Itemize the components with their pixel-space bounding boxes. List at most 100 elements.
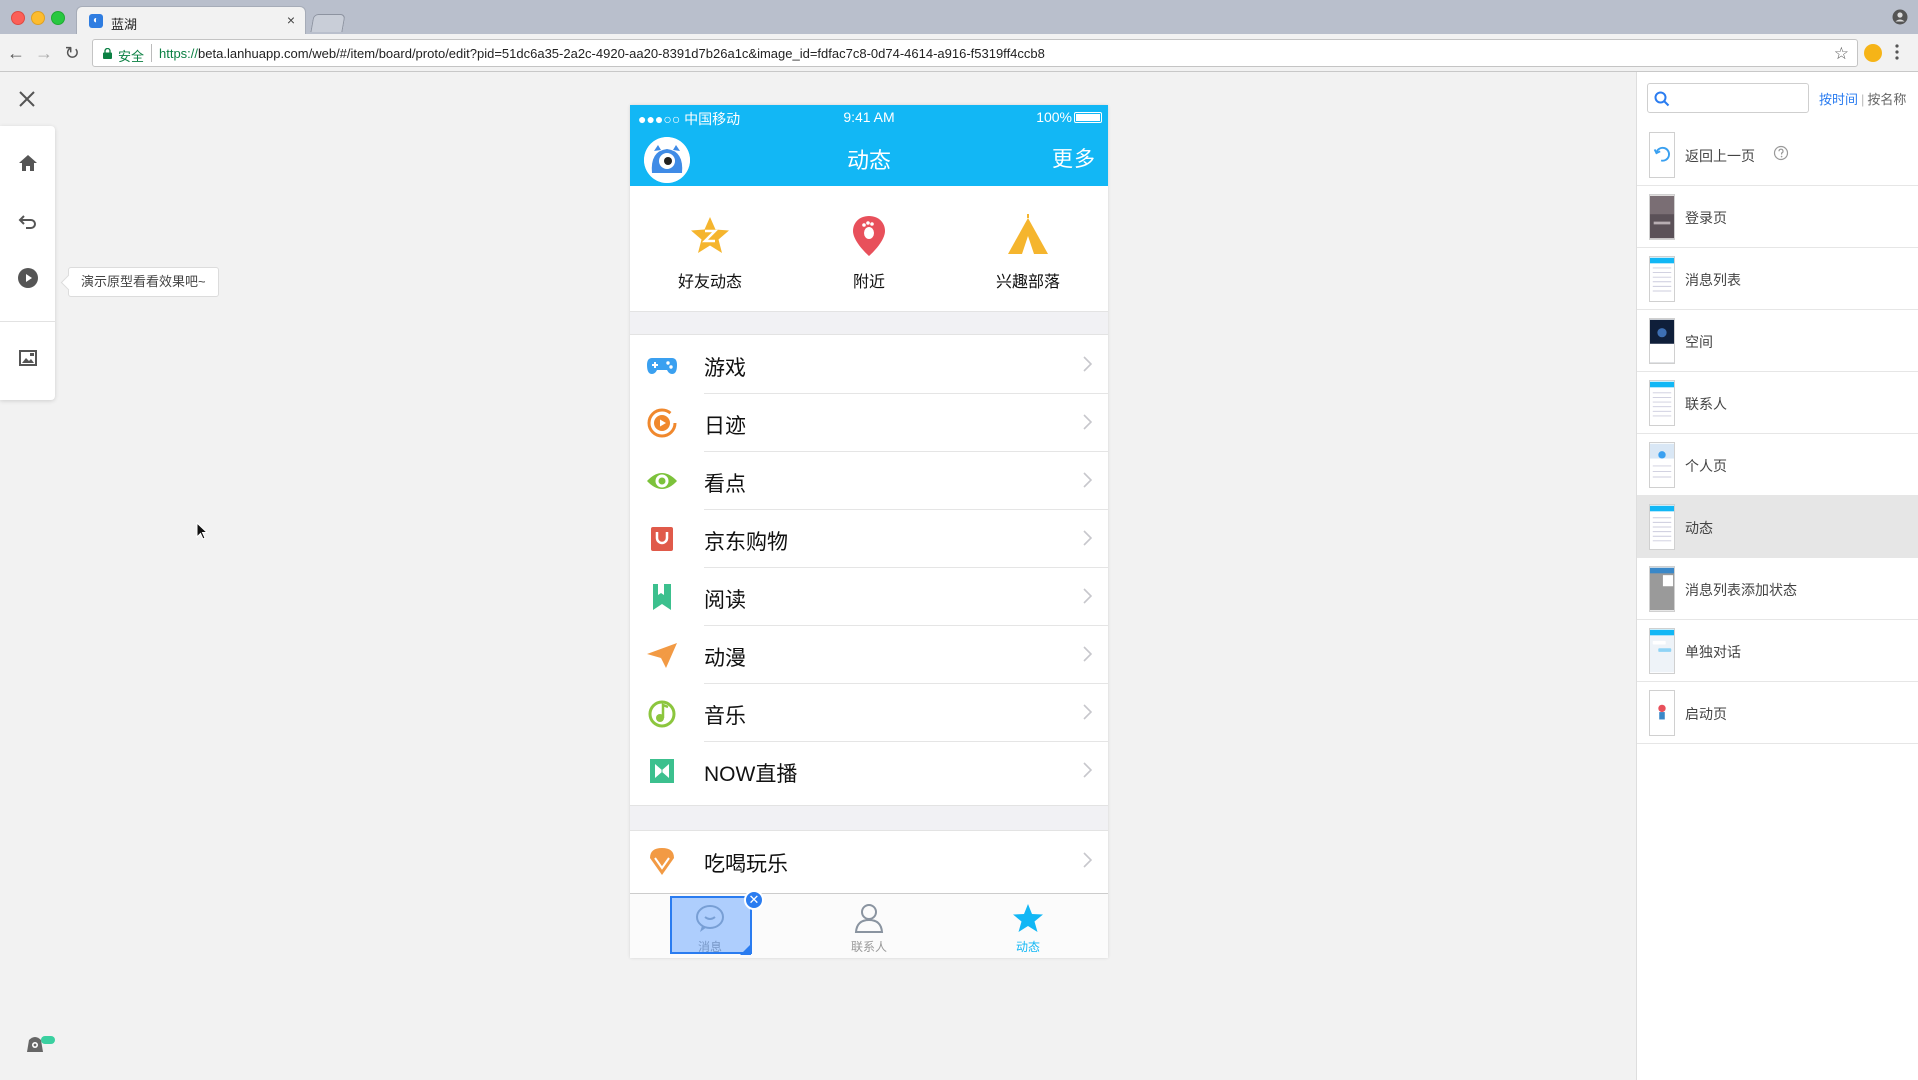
tab-bar: 消息 ✕ 联系人 动态 (630, 890, 1108, 958)
forward-button[interactable]: → (34, 43, 54, 63)
page-item-message-list-status[interactable]: 消息列表添加状态 (1637, 558, 1918, 620)
menu-row-music[interactable]: 音乐 (630, 684, 1108, 742)
page-item-profile[interactable]: 个人页 (1637, 434, 1918, 496)
close-icon[interactable] (18, 90, 36, 108)
book-icon (653, 584, 671, 610)
menu-row-now-live[interactable]: NOW直播 (630, 742, 1108, 800)
tab-close-button[interactable]: × (287, 12, 295, 28)
quick-interest-tribe[interactable]: 兴趣部落 (948, 186, 1108, 311)
back-button[interactable]: ← (6, 43, 26, 63)
menu-row-kandian[interactable]: 看点 (630, 452, 1108, 510)
left-toolbar (0, 126, 55, 400)
menu-row-jd-shopping[interactable]: 京东购物 (630, 510, 1108, 568)
row-label: 阅读 (704, 589, 746, 612)
page-item-login[interactable]: 登录页 (1637, 186, 1918, 248)
chevron-right-icon (1083, 646, 1092, 662)
menu-dots-icon[interactable] (1894, 42, 1900, 62)
play-icon[interactable] (16, 266, 40, 290)
window-zoom-button[interactable] (51, 11, 65, 25)
profile-icon[interactable] (1892, 9, 1908, 25)
page-label: 登录页 (1685, 210, 1727, 226)
bookmark-star-icon[interactable]: ☆ (1834, 44, 1849, 64)
page-item-back[interactable]: 返回上一页 (1637, 124, 1918, 186)
thumb-splash (1649, 690, 1675, 736)
star-z-icon (691, 217, 729, 253)
tab-label: 联系人 (850, 940, 887, 954)
eye-icon (647, 473, 677, 489)
sort-by-time[interactable]: 按时间 (1819, 92, 1858, 107)
image-icon[interactable] (16, 346, 40, 370)
page-label: 空间 (1685, 334, 1713, 350)
thumb-feed (1649, 504, 1675, 550)
menu-row-reading[interactable]: 阅读 (630, 568, 1108, 626)
thumb-contacts (1649, 380, 1675, 426)
quick-label: 附近 (852, 274, 885, 291)
url-path: beta.lanhuapp.com/web/#/item/board/proto… (198, 46, 1045, 61)
new-tab-button[interactable] (310, 14, 346, 32)
extension-icon[interactable] (1864, 44, 1882, 62)
thumb-list (1649, 256, 1675, 302)
window-close-button[interactable] (11, 11, 25, 25)
page-item-feed[interactable]: 动态 (1637, 496, 1918, 558)
chevron-right-icon (1083, 762, 1092, 778)
page-item-message-list[interactable]: 消息列表 (1637, 248, 1918, 310)
video-circle-icon (647, 408, 677, 438)
more-button[interactable]: 更多 (1052, 143, 1096, 173)
menu-row-game[interactable]: 游戏 (630, 336, 1108, 394)
menu-row-daily[interactable]: 日迹 (630, 394, 1108, 452)
quick-friends-feed[interactable]: 好友动态 (630, 186, 790, 311)
person-icon (854, 904, 884, 933)
url-text[interactable]: https://beta.lanhuapp.com/web/#/item/boa… (159, 46, 1045, 61)
page-label: 消息列表 (1685, 272, 1741, 288)
undo-icon[interactable] (16, 209, 40, 233)
tent-icon (1008, 214, 1048, 254)
remove-hotspot-button[interactable]: ✕ (744, 890, 764, 910)
search-input[interactable] (1647, 83, 1809, 113)
menu-row-comic[interactable]: 动漫 (630, 626, 1108, 684)
browser-titlebar: ◐ 蓝湖 × (0, 0, 1918, 34)
window-minimize-button[interactable] (31, 11, 45, 25)
star-icon (1013, 904, 1043, 932)
quick-label: 兴趣部落 (995, 274, 1060, 291)
page-label: 单独对话 (1685, 644, 1741, 660)
search-icon (1654, 91, 1670, 107)
row-label: 京东购物 (704, 531, 788, 554)
thumb-message-status (1649, 566, 1675, 612)
page-item-contacts[interactable]: 联系人 (1637, 372, 1918, 434)
page-label: 联系人 (1685, 396, 1727, 412)
demo-tooltip: 演示原型看看效果吧~ (68, 267, 219, 297)
page-item-splash[interactable]: 启动页 (1637, 682, 1918, 744)
tab-feed[interactable]: 动态 (948, 894, 1108, 958)
lock-icon (103, 48, 112, 59)
tab-messages[interactable]: 消息 ✕ (630, 890, 790, 958)
shopping-bag-icon (651, 527, 673, 551)
page-item-space[interactable]: 空间 (1637, 310, 1918, 372)
location-pin-icon (853, 216, 885, 256)
reload-button[interactable]: ↻ (62, 43, 82, 63)
section-gap (630, 311, 1108, 335)
quick-label: 好友动态 (677, 274, 742, 291)
address-bar[interactable]: 安全 https://beta.lanhuapp.com/web/#/item/… (92, 39, 1858, 67)
row-label: 动漫 (704, 647, 746, 670)
browser-tab[interactable]: ◐ 蓝湖 × (76, 6, 306, 34)
page-item-chat[interactable]: 单独对话 (1637, 620, 1918, 682)
resize-handle[interactable] (740, 944, 751, 955)
home-icon[interactable] (16, 151, 40, 175)
page-title: 动态 (846, 148, 891, 173)
chevron-right-icon (1083, 472, 1092, 488)
paper-plane-icon (647, 643, 677, 668)
tab-contacts[interactable]: 联系人 (789, 894, 949, 958)
lanhu-assistant-icon[interactable] (24, 1032, 58, 1056)
row-label: 游戏 (704, 357, 746, 380)
thumb-space (1649, 318, 1675, 364)
quick-entries: 好友动态 附近 兴趣部落 (630, 186, 1108, 311)
thumb-profile (1649, 442, 1675, 488)
return-page-icon (1649, 132, 1675, 178)
menu-row-food-fun[interactable]: 吃喝玩乐 (630, 832, 1108, 890)
sort-by-name[interactable]: 按名称 (1867, 92, 1906, 107)
quick-nearby[interactable]: 附近 (789, 186, 949, 311)
help-icon[interactable] (1773, 145, 1789, 161)
chevron-right-icon (1083, 414, 1092, 430)
page-label: 动态 (1685, 520, 1713, 536)
mouse-cursor-icon (196, 522, 208, 540)
